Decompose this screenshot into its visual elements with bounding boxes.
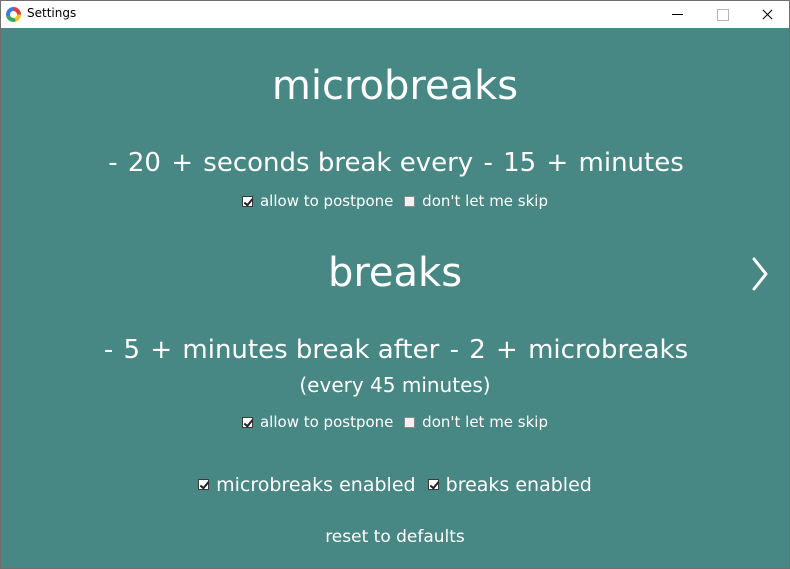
breaks-heading: breaks — [327, 250, 463, 296]
microbreak-line-mid-text: seconds break every — [203, 148, 474, 178]
breaks-enabled-checkbox[interactable]: breaks enabled — [427, 473, 592, 497]
app-logo-icon — [6, 7, 21, 22]
breaks-enabled-checkmark[interactable] — [427, 479, 439, 490]
microbreak-interval-increment-button[interactable]: + — [544, 147, 570, 179]
break-after-decrement-button[interactable]: - — [448, 334, 461, 366]
break-line-end-text: microbreaks — [528, 335, 689, 365]
break-noskip-checkbox[interactable]: don't let me skip — [404, 412, 548, 432]
microbreak-postpone-label: allow to postpone — [259, 192, 394, 210]
microbreak-noskip-label: don't let me skip — [422, 192, 548, 210]
microbreaks-enabled-label: microbreaks enabled — [216, 473, 416, 496]
microbreak-duration-increment-button[interactable]: + — [169, 147, 195, 179]
break-postpone-checkmark[interactable] — [241, 416, 253, 428]
break-noskip-label: don't let me skip — [422, 413, 548, 431]
microbreaks-enabled-checkmark[interactable] — [198, 479, 210, 490]
close-icon[interactable] — [745, 1, 790, 28]
maximize-icon[interactable] — [700, 1, 745, 28]
microbreaks-enabled-checkbox[interactable]: microbreaks enabled — [198, 473, 416, 497]
break-line-mid-text: minutes break after — [182, 335, 440, 365]
microbreak-interval-value: 15 — [503, 148, 537, 178]
microbreak-duration-decrement-button[interactable]: - — [106, 147, 119, 179]
reset-area: reset to defaults — [1, 526, 789, 548]
microbreak-settings-line: - 20 + seconds break every - 15 + minute… — [1, 147, 789, 179]
break-postpone-checkbox[interactable]: allow to postpone — [241, 412, 394, 432]
microbreak-noskip-checkmark[interactable] — [404, 195, 416, 207]
minimize-icon[interactable] — [655, 1, 700, 28]
settings-content: microbreaks - 20 + seconds break every -… — [1, 28, 789, 568]
chevron-right-icon — [752, 257, 768, 291]
microbreak-duration-value: 20 — [127, 148, 161, 178]
break-after-increment-button[interactable]: + — [494, 334, 520, 366]
enable-toggles: microbreaks enabled breaks enabled — [1, 472, 789, 497]
microbreak-interval-decrement-button[interactable]: - — [481, 147, 494, 179]
settings-window: Settings microbreaks - 20 + seconds brea… — [0, 0, 790, 569]
reset-to-defaults-link[interactable]: reset to defaults — [325, 527, 465, 547]
microbreaks-heading: microbreaks — [271, 63, 519, 109]
break-duration-value: 5 — [123, 335, 141, 365]
microbreak-postpone-checkmark[interactable] — [241, 195, 253, 207]
microbreak-options: allow to postpone don't let me skip — [1, 191, 789, 212]
break-after-value: 2 — [469, 335, 486, 365]
break-postpone-label: allow to postpone — [259, 413, 394, 431]
breaks-enabled-label: breaks enabled — [445, 473, 592, 496]
microbreak-noskip-checkbox[interactable]: don't let me skip — [404, 191, 548, 211]
break-options: allow to postpone don't let me skip — [1, 412, 789, 433]
title-bar[interactable]: Settings — [1, 1, 789, 28]
microbreak-postpone-checkbox[interactable]: allow to postpone — [241, 191, 394, 211]
next-page-button[interactable] — [749, 254, 771, 294]
break-duration-decrement-button[interactable]: - — [102, 334, 115, 366]
break-noskip-checkmark[interactable] — [404, 416, 416, 428]
break-duration-increment-button[interactable]: + — [148, 334, 174, 366]
window-title: Settings — [27, 6, 77, 20]
break-settings-line: - 5 + minutes break after - 2 + microbre… — [1, 334, 789, 366]
break-interval-note: (every 45 minutes) — [299, 373, 491, 397]
microbreak-line-end-text: minutes — [578, 148, 684, 178]
